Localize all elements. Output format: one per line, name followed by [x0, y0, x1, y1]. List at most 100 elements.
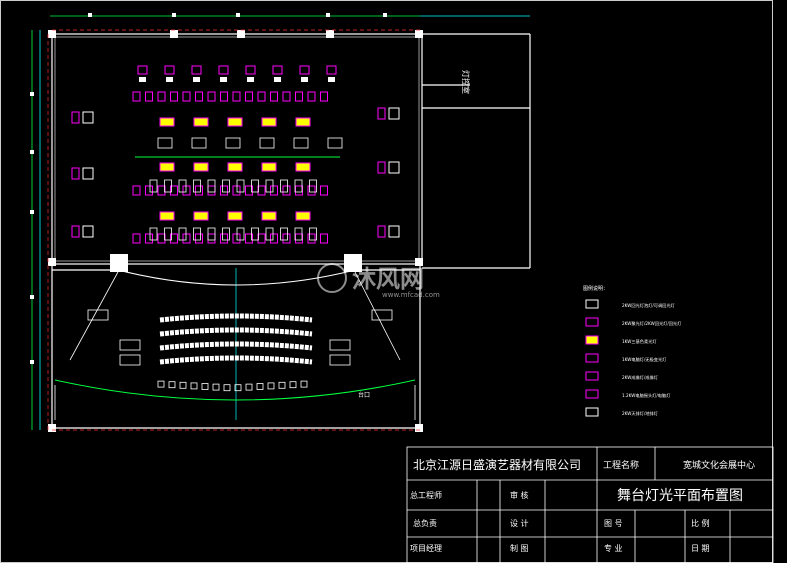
- soft-light-icon: [227, 211, 243, 221]
- profile-light-icon: [307, 91, 316, 102]
- legend-item-label: 1KW三基色柔光灯: [622, 338, 657, 345]
- fixture-icon: [139, 77, 146, 82]
- seat-icon: [278, 381, 286, 389]
- drawing-title: 舞台灯光平面布置图: [617, 488, 743, 504]
- project-manager-label: 项目经理: [410, 543, 442, 553]
- side-light-icon: [82, 167, 94, 180]
- stage-apron-label: 台口: [358, 391, 370, 399]
- profile-light-icon: [195, 233, 203, 244]
- profile-light-icon: [257, 91, 266, 102]
- drawing-no-label: 图 号: [604, 519, 623, 528]
- moving-head-icon: [137, 65, 148, 75]
- soft-light-icon: [261, 211, 277, 221]
- side-light-icon: [377, 225, 386, 238]
- seat-icon: [267, 382, 275, 390]
- seat-icon: [245, 383, 253, 391]
- moving-head-icon: [164, 65, 175, 75]
- soft-light-icon: [193, 162, 209, 172]
- seat-icon: [201, 383, 209, 390]
- general-manager-label: 总负责: [413, 518, 437, 528]
- box-seat-icon: [87, 309, 109, 321]
- side-light-icon: [71, 111, 80, 124]
- box-seat-icon: [119, 354, 141, 366]
- cad-drawing: 灯控室 台口 沐风网 www.mfcad.com 图例说明： 2KW回光灯泡灯/…: [0, 0, 774, 563]
- profile-light-icon: [157, 185, 166, 196]
- soft-light-icon: [159, 162, 175, 172]
- profile-light-icon: [307, 185, 316, 196]
- seat-icon: [168, 381, 176, 389]
- profile-light-icon: [207, 185, 216, 196]
- seat-rows: [87, 309, 393, 392]
- profile-light-icon: [157, 233, 166, 244]
- profile-light-icon: [307, 233, 316, 244]
- side-light-icon: [388, 107, 400, 120]
- legend-swatch-icon: [585, 371, 599, 381]
- seat-icon: [212, 383, 220, 391]
- watermark: 沐风网 www.mfcad.com: [317, 263, 440, 299]
- fixture-icon: [274, 77, 281, 82]
- box-seat-icon: [119, 339, 141, 351]
- profile-light-icon: [145, 91, 153, 102]
- soft-light-icon: [295, 162, 311, 172]
- profile-light-icon: [257, 233, 266, 244]
- profile-light-icon: [257, 185, 266, 196]
- legend-swatch-icon: [585, 299, 599, 309]
- profile-light-icon: [145, 185, 153, 196]
- fixture-icon: [247, 77, 254, 82]
- side-light-icon: [82, 225, 94, 238]
- seat-icon: [190, 382, 198, 390]
- profile-light-icon: [182, 185, 191, 196]
- legend-item-label: 2KW天排灯/地排灯: [622, 410, 659, 417]
- legend-items: 2KW回光灯泡灯/可调回光灯 2KW聚光灯/2KW回光灯/回光灯 1KW三基色柔光灯…: [585, 299, 682, 417]
- watermark-text: 沐风网: [352, 265, 424, 293]
- design-label: 设 计: [510, 518, 529, 528]
- fixture-icon: [301, 77, 308, 82]
- profile-light-icon: [145, 233, 153, 244]
- profile-light-icon: [282, 185, 291, 196]
- fixture-icon: [328, 77, 335, 82]
- project-name: 宽城文化会展中心: [683, 459, 755, 471]
- side-light-icon: [71, 167, 80, 180]
- profile-light-icon: [295, 91, 303, 102]
- grid-axes: [47, 29, 420, 431]
- watermark-logo-icon: [317, 263, 347, 293]
- project-name-label: 工程名称: [603, 459, 639, 471]
- profile-light-icon: [132, 233, 141, 244]
- fixture-icon: [225, 137, 241, 149]
- profile-light-icon: [182, 91, 191, 102]
- legend-item-label: 1.2KW电脑摇头灯/电脑灯: [622, 392, 671, 399]
- fixture-icon: [193, 77, 200, 82]
- profile-light-icon: [220, 91, 228, 102]
- column-markers: [48, 30, 423, 432]
- profile-light-icon: [170, 91, 178, 102]
- room-label: 灯控室: [461, 70, 471, 94]
- side-light-icon: [71, 225, 80, 238]
- title-block-text: 北京江源日盛演艺器材有限公司 工程名称 宽城文化会展中心 舞台灯光平面布置图 总…: [410, 457, 755, 553]
- profile-light-icon: [220, 185, 228, 196]
- drafting-label: 制 图: [510, 543, 529, 553]
- legend-item-label: 2KW回光灯泡灯/可调回光灯: [622, 302, 676, 309]
- soft-light-icon: [159, 211, 175, 221]
- fixture-rows: [71, 65, 400, 244]
- profile-light-icon: [157, 91, 166, 102]
- profile-light-icon: [320, 233, 328, 244]
- side-light-icon: [377, 161, 386, 174]
- legend-swatch-icon: [585, 335, 599, 345]
- soft-light-icon: [193, 117, 209, 127]
- fixture-icon: [191, 137, 207, 149]
- seat-icon: [179, 381, 187, 389]
- profile-light-icon: [320, 91, 328, 102]
- profile-light-icon: [232, 233, 241, 244]
- soft-light-icon: [159, 117, 175, 127]
- legend-item-label: 2KW聚光灯/2KW回光灯/回光灯: [622, 320, 682, 327]
- legend-title: 图例说明：: [583, 285, 608, 292]
- seat-icon: [300, 380, 308, 388]
- moving-head-icon: [326, 65, 337, 75]
- scale-label: 比 例: [691, 518, 710, 528]
- profile-light-icon: [270, 233, 278, 244]
- seat-icon: [223, 384, 231, 392]
- legend-item-label: 1KW电脑灯/无极变光灯: [622, 356, 667, 363]
- chief-engineer-label: 总工程师: [410, 490, 442, 500]
- building-walls: [51, 33, 531, 429]
- soft-light-icon: [261, 162, 277, 172]
